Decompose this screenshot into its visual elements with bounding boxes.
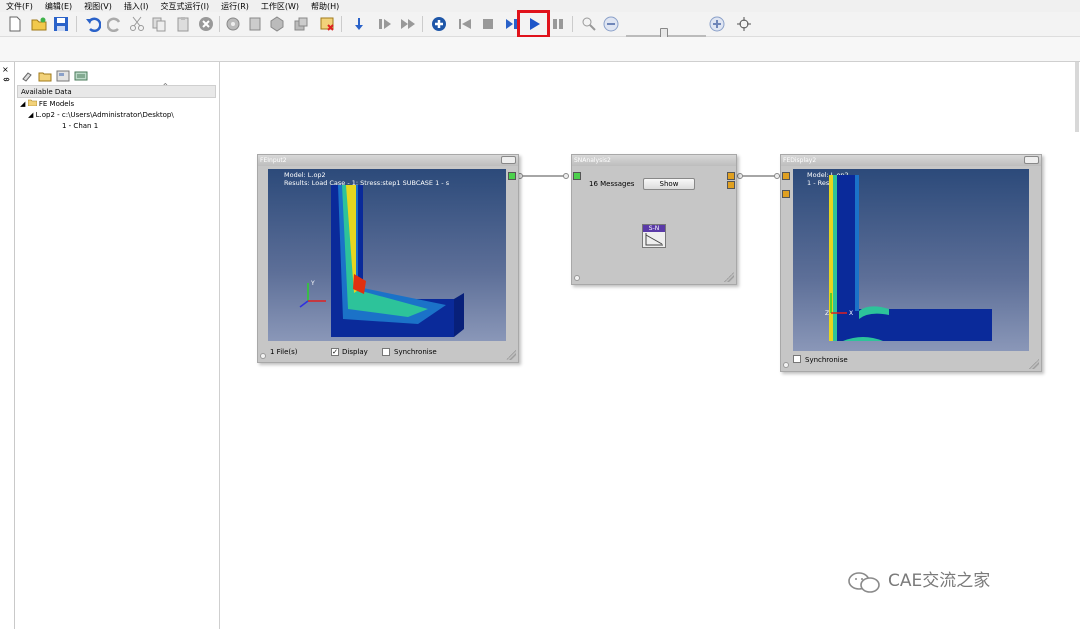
axis-triad-icon: Z X bbox=[825, 293, 853, 317]
svg-text:Y: Y bbox=[310, 280, 315, 287]
sn-analysis-output-port-2[interactable] bbox=[727, 181, 735, 189]
synchronise-checkbox[interactable] bbox=[793, 355, 801, 363]
resize-grip-icon[interactable] bbox=[506, 350, 516, 360]
fe-input-viewport[interactable]: Model: L.op2 Results: Load Case - 1: Str… bbox=[268, 169, 506, 341]
fe-display-node[interactable]: FEDisplay2 Model: L.op2 1 - Results Z X … bbox=[780, 154, 1042, 372]
sn-analysis-input-port[interactable] bbox=[573, 172, 581, 180]
fe-display-contour-plot bbox=[829, 175, 992, 341]
sn-curve-icon[interactable]: S-N bbox=[642, 224, 666, 248]
fe-display-title: FEDisplay2 bbox=[781, 155, 1041, 166]
node-corner-icon bbox=[574, 275, 580, 281]
fe-display-input-port-1[interactable] bbox=[782, 172, 790, 180]
sn-curve-glyph-label: S-N bbox=[643, 225, 665, 232]
display-checkbox[interactable]: ✓ bbox=[331, 348, 339, 356]
resize-grip-icon[interactable] bbox=[1029, 359, 1039, 369]
synchronise-label: Synchronise bbox=[805, 356, 848, 364]
axis-triad-icon: Y bbox=[299, 280, 326, 308]
fe-display-maximize-button[interactable] bbox=[1024, 156, 1039, 164]
show-messages-button[interactable]: Show bbox=[643, 178, 695, 190]
resize-grip-icon[interactable] bbox=[724, 272, 734, 282]
synchronise-label: Synchronise bbox=[394, 348, 437, 356]
fe-input-maximize-button[interactable] bbox=[501, 156, 516, 164]
sn-analysis-node[interactable]: SNAnalysis2 16 Messages Show S-N bbox=[571, 154, 737, 285]
display-label: Display bbox=[342, 348, 368, 356]
fe-input-title: FEInput2 bbox=[258, 155, 518, 166]
fe-input-node[interactable]: FEInput2 Model: L.op2 Results: Load Case… bbox=[257, 154, 519, 363]
watermark-text: CAE交流之家 bbox=[888, 571, 991, 591]
synchronise-checkbox[interactable] bbox=[382, 348, 390, 356]
fe-display-input-port-2[interactable] bbox=[782, 190, 790, 198]
node-corner-icon bbox=[260, 353, 266, 359]
file-count: 1 File(s) bbox=[270, 348, 298, 356]
wechat-logo-icon bbox=[848, 572, 880, 593]
message-count: 16 Messages bbox=[589, 180, 635, 188]
sn-analysis-output-port-1[interactable] bbox=[727, 172, 735, 180]
svg-text:X: X bbox=[849, 310, 853, 317]
node-corner-icon bbox=[783, 362, 789, 368]
svg-text:Z: Z bbox=[825, 310, 829, 317]
fe-input-output-port[interactable] bbox=[508, 172, 516, 180]
sn-analysis-title: SNAnalysis2 bbox=[572, 155, 736, 166]
sn-chart-icon bbox=[645, 233, 663, 246]
fe-display-viewport[interactable]: Model: L.op2 1 - Results Z X bbox=[793, 169, 1029, 351]
